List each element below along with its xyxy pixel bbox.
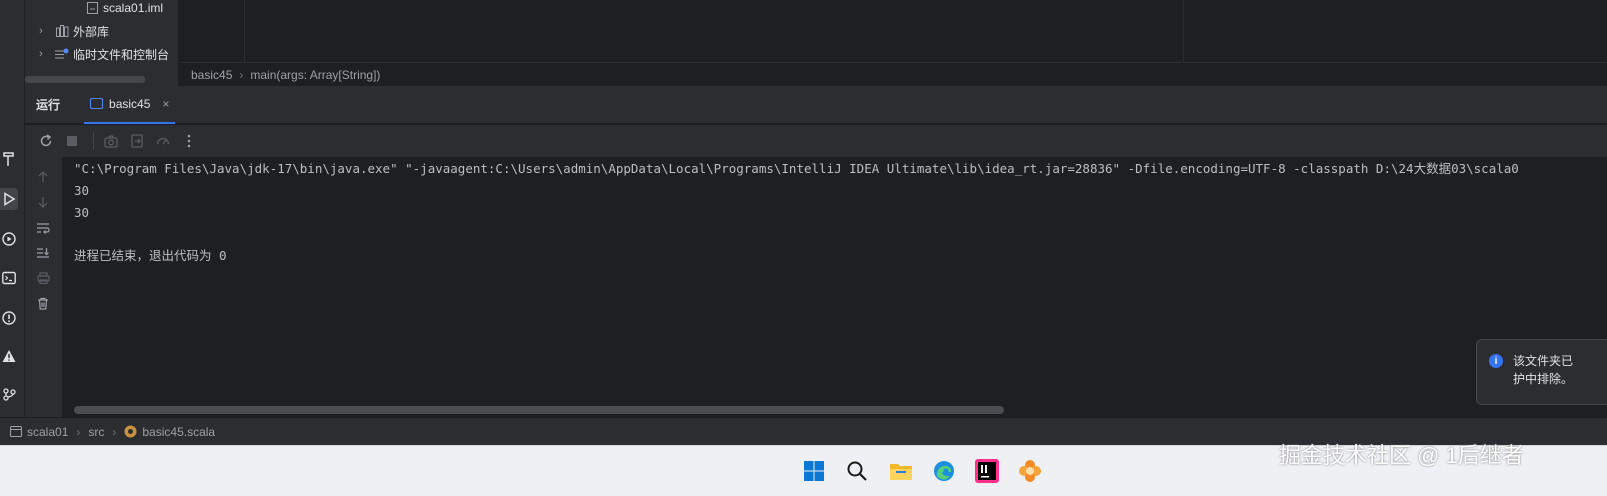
watermark-text: 掘金技术社区 @ 1后继者 [1279,443,1524,468]
left-tool-strip [0,86,25,417]
run-toolbar [25,125,1607,157]
chevron-right-icon: › [239,67,244,82]
gutter-divider [244,0,245,62]
tree-item-label: scala01.iml [103,1,164,15]
tree-item-external-libraries[interactable]: › 外部库 [25,20,109,42]
git-icon[interactable] [0,383,18,405]
chevron-right-icon: › [76,424,81,439]
editor-area[interactable] [180,0,1607,62]
scratch-icon [55,47,69,61]
tree-item-iml[interactable]: › scala01.iml [25,0,163,19]
arrow-down-icon[interactable] [33,192,53,212]
console-line: 进程已结束，退出代码为 0 [74,248,227,263]
scala-file-icon [124,425,137,438]
chevron-right-icon[interactable]: › [35,25,47,37]
project-tree: › scala01.iml › 外部库 › 临时文件和控制台 [25,0,178,86]
breadcrumb-file[interactable]: basic45 [191,68,232,82]
hammer-icon[interactable] [0,148,18,170]
console-line: "C:\Program Files\Java\jdk-17\bin\java.e… [74,161,1519,176]
editor-breadcrumb: basic45 › main(args: Array[String]) [180,62,1607,86]
left-tool-strip-top [0,0,25,86]
scroll-to-end-icon[interactable] [33,243,53,263]
arrow-up-icon[interactable] [33,167,53,187]
console-side-actions [25,157,62,417]
console-line: 30 [74,205,90,220]
run-tool-icon[interactable] [0,188,18,210]
run-tab-basic45[interactable]: basic45 × [84,86,176,124]
tree-item-label: 外部库 [73,24,110,39]
more-options-icon[interactable] [178,130,200,152]
tree-horizontal-scrollbar[interactable] [25,76,145,83]
camera-icon[interactable] [100,130,122,152]
top-area: › scala01.iml › 外部库 › 临时文件和控制台 basic45 [0,0,1607,86]
tree-item-label: 临时文件和控制台 [73,47,170,62]
file-icon [85,1,99,15]
console-horizontal-scrollbar[interactable] [74,406,1004,414]
status-file[interactable]: basic45.scala [142,425,215,439]
notification-line: 该文件夹已 [1513,354,1574,368]
search-icon[interactable] [841,455,873,487]
notification-text: 该文件夹已 护中排除。 [1513,352,1573,404]
info-icon: i [1489,354,1503,368]
margin-guide [1183,0,1184,62]
edge-browser-icon[interactable] [928,455,960,487]
warning-icon[interactable] [0,345,18,367]
notification-line: 护中排除。 [1513,372,1574,386]
intellij-idea-icon[interactable] [971,455,1003,487]
tree-item-scratches[interactable]: › 临时文件和控制台 [25,43,169,65]
run-console[interactable]: "C:\Program Files\Java\jdk-17\bin\java.e… [62,157,1607,417]
module-icon [9,425,22,438]
run-panel-title: 运行 [36,98,61,112]
breadcrumb-method[interactable]: main(args: Array[String]) [250,68,380,82]
profiler-icon[interactable] [152,130,174,152]
app-flower-icon[interactable] [1014,455,1046,487]
print-icon[interactable] [33,268,53,288]
file-explorer-icon[interactable] [885,455,917,487]
status-project[interactable]: scala01 [27,425,68,439]
console-tab-icon [90,98,104,109]
export-icon[interactable] [126,130,148,152]
status-folder[interactable]: src [88,425,104,439]
notification-balloon[interactable]: i 该文件夹已 护中排除。 [1476,339,1607,405]
run-tab-label: basic45 [109,96,151,111]
chevron-right-icon: › [112,424,117,439]
rerun-button[interactable] [35,130,57,152]
windows-start-icon[interactable] [798,455,830,487]
services-icon[interactable] [0,228,18,250]
console-line: 30 [74,183,90,198]
problems-icon[interactable] [0,307,18,329]
run-tool-window-header: 运行 basic45 × [25,86,1607,124]
terminal-icon[interactable] [0,267,18,289]
trash-icon[interactable] [33,293,53,313]
soft-wrap-icon[interactable] [33,218,53,238]
stop-button[interactable] [61,130,83,152]
toolbar-divider [93,132,94,150]
close-icon[interactable]: × [162,97,169,111]
library-icon [55,24,69,38]
chevron-right-icon[interactable]: › [35,48,47,60]
